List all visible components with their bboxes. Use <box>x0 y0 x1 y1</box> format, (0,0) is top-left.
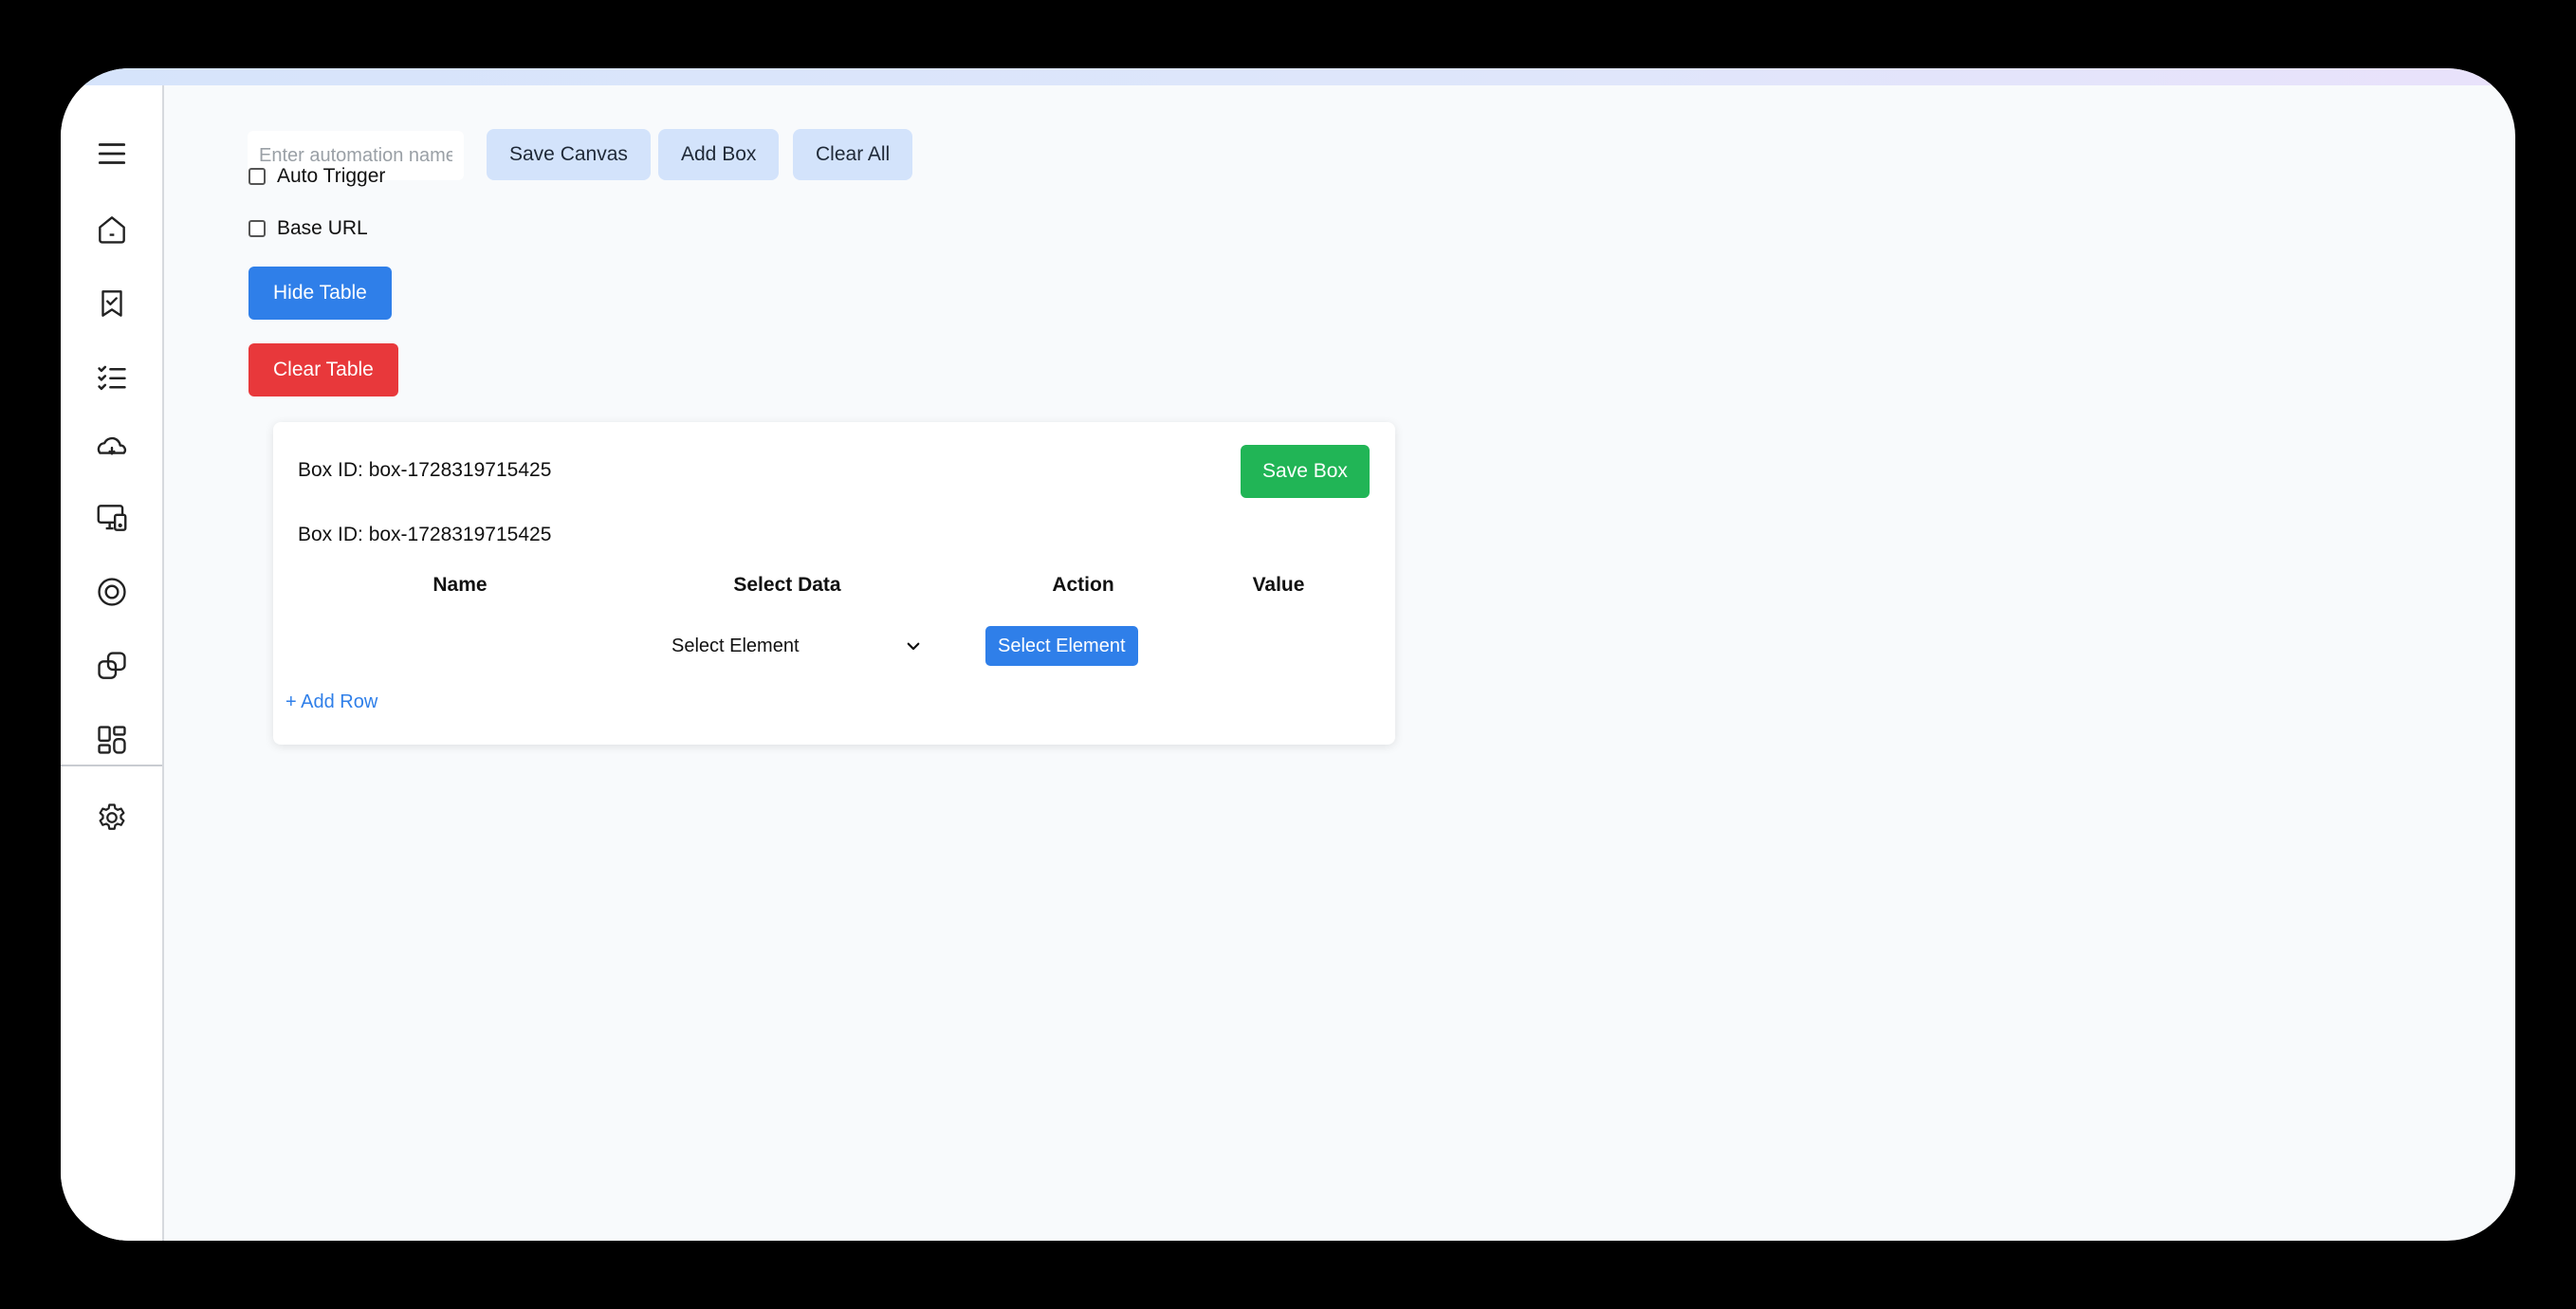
column-header-name: Name <box>432 574 488 596</box>
window-top-bar <box>61 68 2515 85</box>
save-canvas-button[interactable]: Save Canvas <box>487 129 651 180</box>
checklist-icon[interactable] <box>93 359 131 396</box>
automation-box: Box ID: box-1728319715425 Save Box Box I… <box>273 422 1395 745</box>
clear-all-button[interactable]: Clear All <box>793 129 913 180</box>
auto-trigger-checkbox[interactable] <box>248 168 266 185</box>
select-element-button[interactable]: Select Element <box>985 626 1138 666</box>
base-url-checkbox[interactable] <box>248 220 266 237</box>
canvas-area: Save Canvas Add Box Clear All Auto Trigg… <box>164 85 2515 1241</box>
auto-trigger-option: Auto Trigger <box>248 165 385 188</box>
select-data-dropdown[interactable]: Select Element <box>664 627 929 665</box>
cloud-icon[interactable] <box>93 429 131 467</box>
base-url-label: Base URL <box>277 217 368 239</box>
add-box-button[interactable]: Add Box <box>658 129 780 180</box>
auto-trigger-label: Auto Trigger <box>277 165 386 187</box>
shapes-icon[interactable] <box>93 647 131 685</box>
target-icon[interactable] <box>93 573 131 611</box>
column-header-value: Value <box>1252 574 1305 596</box>
box-id-subtitle: Box ID: box-1728319715425 <box>298 524 552 545</box>
column-header-action: Action <box>1052 574 1114 596</box>
select-data-value: Select Element <box>672 635 800 656</box>
gear-icon[interactable] <box>93 799 131 837</box>
add-row-link[interactable]: + Add Row <box>285 691 377 713</box>
sidebar <box>61 85 164 1241</box>
box-id-label: Box ID: box-1728319715425 <box>298 459 552 481</box>
chevron-down-icon <box>907 642 920 651</box>
app-window: Save Canvas Add Box Clear All Auto Trigg… <box>61 68 2515 1241</box>
dashboard-icon[interactable] <box>93 721 131 759</box>
hide-table-button[interactable]: Hide Table <box>248 267 392 320</box>
sidebar-divider <box>61 765 162 766</box>
devices-icon[interactable] <box>93 499 131 537</box>
save-box-button[interactable]: Save Box <box>1241 445 1370 498</box>
base-url-option: Base URL <box>248 217 368 240</box>
clear-table-button[interactable]: Clear Table <box>248 343 398 396</box>
menu-icon[interactable] <box>93 135 131 173</box>
home-icon[interactable] <box>93 211 131 249</box>
bookmark-check-icon[interactable] <box>93 285 131 323</box>
column-header-select-data: Select Data <box>733 574 841 596</box>
